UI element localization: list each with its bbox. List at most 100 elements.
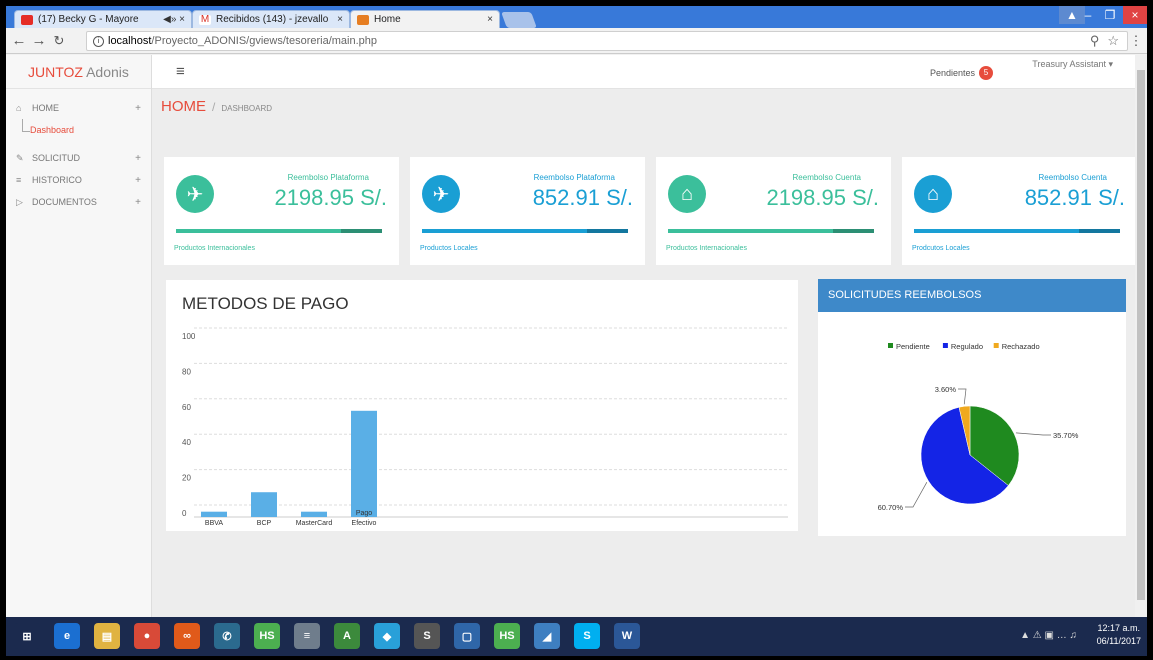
x-tick-label: Efectivo	[352, 520, 377, 527]
forward-icon[interactable]: →	[30, 32, 48, 50]
expand-icon: +	[135, 196, 141, 208]
explorer-icon[interactable]: ▤	[94, 623, 120, 649]
home-icon: ⌂	[16, 103, 22, 113]
android-studio-icon[interactable]: ◢	[534, 623, 560, 649]
skype-icon[interactable]: S	[574, 623, 600, 649]
y-tick-label: 40	[182, 438, 191, 447]
breadcrumb-home[interactable]: HOME	[161, 98, 206, 115]
scrollbar-thumb[interactable]	[1137, 70, 1145, 600]
stat-card: ✈ Reembolso Plataforma 2198.95 S/. Producto…	[164, 157, 399, 265]
gmail-icon: M	[199, 13, 211, 25]
virtualbox-icon[interactable]: ▢	[454, 623, 480, 649]
stat-progress-bar	[176, 229, 382, 233]
brand-main: JUNTOZ	[28, 64, 83, 80]
sidebar-subitem-dashboard[interactable]: Dashboard	[6, 119, 151, 141]
legend-label: Pendiente	[896, 342, 930, 351]
hs-icon[interactable]: HS	[254, 623, 280, 649]
leader-line	[1015, 432, 1051, 436]
stat-title: Reembolso Cuenta	[1038, 173, 1107, 182]
tab-home[interactable]: Home ×	[350, 10, 500, 28]
stat-card: ⌂ Reembolso Cuenta 2198.95 S/. Productos In…	[656, 157, 891, 265]
stat-progress-end	[586, 229, 628, 233]
url-input[interactable]: i localhost/Proyecto_ADONIS/gviews/tesor…	[86, 31, 1128, 51]
bar[interactable]	[251, 492, 277, 517]
plane-icon: ✈	[176, 175, 214, 213]
sidebar-item-home[interactable]: ⌂ HOME +	[6, 97, 151, 119]
sidebar-item-historico[interactable]: ≡ HISTORICO +	[6, 169, 151, 191]
stat-progress-bar	[914, 229, 1120, 233]
bar[interactable]	[201, 511, 227, 517]
tool-icon[interactable]: ✆	[214, 623, 240, 649]
expand-icon: +	[135, 102, 141, 114]
youtube-icon	[21, 14, 33, 25]
maximize-icon[interactable]: ❐	[1097, 6, 1123, 24]
zoom-icon[interactable]: ⚲	[1090, 33, 1100, 49]
stat-footer[interactable]: Productos Internacionales	[174, 245, 255, 252]
y-tick-label: 20	[182, 474, 191, 483]
brand-logo[interactable]: JUNTOZ Adonis	[6, 55, 151, 89]
stat-footer[interactable]: Productos Locales	[420, 245, 478, 252]
bookmark-star-icon[interactable]: ☆	[1107, 33, 1119, 49]
legend-label: Rechazado	[1002, 342, 1040, 351]
page-content: JUNTOZ Adonis ⌂ HOME + Dashboard ✎ SOLIC…	[6, 55, 1135, 617]
sublime-icon[interactable]: S	[414, 623, 440, 649]
pendientes-label: Pendientes	[929, 68, 975, 78]
user-menu[interactable]: Treasury Assistant ▾	[1032, 59, 1113, 70]
stat-card: ✈ Reembolso Plataforma 852.91 S/. Productos…	[410, 157, 645, 265]
reload-icon[interactable]: ↻	[50, 32, 68, 50]
windows-taskbar: ⊞ e ▤ ● ∞ ✆ HS ≡ A ◆ S ▢ HS ◢ S W ▲ ⚠ ▣ … ♫ 12:17 a.m. …	[6, 617, 1147, 656]
leader-line	[905, 482, 928, 508]
stat-value: 852.91 S/.	[532, 185, 633, 210]
bar[interactable]	[351, 410, 377, 517]
url-host: localhost	[108, 35, 152, 47]
tab-close-icon[interactable]: ×	[337, 14, 343, 25]
stat-value: 852.91 S/.	[1024, 185, 1125, 210]
home-icon: ⌂	[668, 175, 706, 213]
bar-chart: 0 20 40 60 80 100 BBVA BCP MasterCard Pago Efectiv…	[182, 327, 788, 527]
tab-close-icon[interactable]: ◀» ×	[163, 14, 185, 25]
sidebar-item-label: SOLICITUD	[32, 153, 81, 163]
clock[interactable]: 12:17 a.m. 06/11/2017	[1097, 622, 1141, 648]
calculator-icon[interactable]: ≡	[294, 623, 320, 649]
sidebar-item-documentos[interactable]: ▷ DOCUMENTOS +	[6, 191, 151, 213]
close-window-icon[interactable]: ×	[1123, 6, 1147, 24]
new-tab-button[interactable]	[501, 12, 537, 28]
tab-close-icon[interactable]: ×	[487, 14, 493, 25]
ie-icon[interactable]: e	[54, 623, 80, 649]
tab-gmail[interactable]: M Recibidos (143) - jzevallo ×	[192, 10, 350, 28]
y-tick-label: 80	[182, 367, 191, 376]
stat-footer[interactable]: Productos Internacionales	[666, 245, 747, 252]
hamburger-menu-icon[interactable]: ≡	[176, 63, 185, 80]
browser-window: (17) Becky G - Mayore ◀» × M Recibidos (…	[6, 6, 1147, 656]
sidebar-item-solicitud[interactable]: ✎ SOLICITUD +	[6, 147, 151, 169]
sidebar-item-label: HOME	[32, 103, 59, 113]
y-tick-label: 60	[182, 403, 191, 412]
git-icon[interactable]: ◆	[374, 623, 400, 649]
menu-dots-icon[interactable]: ⋮	[1127, 32, 1145, 50]
legend-swatch	[888, 343, 893, 348]
xampp-icon[interactable]: ∞	[174, 623, 200, 649]
tab-youtube[interactable]: (17) Becky G - Mayore ◀» ×	[14, 10, 192, 28]
pendientes-link[interactable]: Pendientes 5	[930, 66, 993, 80]
brand-rest: Adonis	[82, 64, 129, 80]
page-scrollbar[interactable]	[1135, 55, 1147, 617]
sidebar-item-label: DOCUMENTOS	[32, 197, 97, 207]
bar[interactable]	[301, 511, 327, 517]
xampp-favicon-icon	[357, 14, 369, 25]
back-icon[interactable]: ←	[10, 32, 28, 50]
start-icon[interactable]: ⊞	[14, 623, 40, 649]
word-icon[interactable]: W	[614, 623, 640, 649]
chrome-icon[interactable]: ●	[134, 623, 160, 649]
android-icon[interactable]: A	[334, 623, 360, 649]
system-tray[interactable]: ▲ ⚠ ▣ … ♫	[1020, 630, 1077, 641]
hs2-icon[interactable]: HS	[494, 623, 520, 649]
expand-icon: +	[135, 152, 141, 164]
stat-progress-bar	[668, 229, 874, 233]
refund-requests-panel: SOLICITUDES REEMBOLSOS Pendiente Regulado…	[818, 279, 1126, 536]
stat-footer[interactable]: Prodcutos Locales	[912, 245, 970, 252]
stat-progress-end	[1078, 229, 1120, 233]
x-tick-label: BBVA	[205, 520, 223, 527]
stat-card: ⌂ Reembolso Cuenta 852.91 S/. Prodcutos Loc…	[902, 157, 1135, 265]
y-tick-label: 0	[182, 509, 187, 518]
folder-icon: ▷	[16, 196, 23, 207]
